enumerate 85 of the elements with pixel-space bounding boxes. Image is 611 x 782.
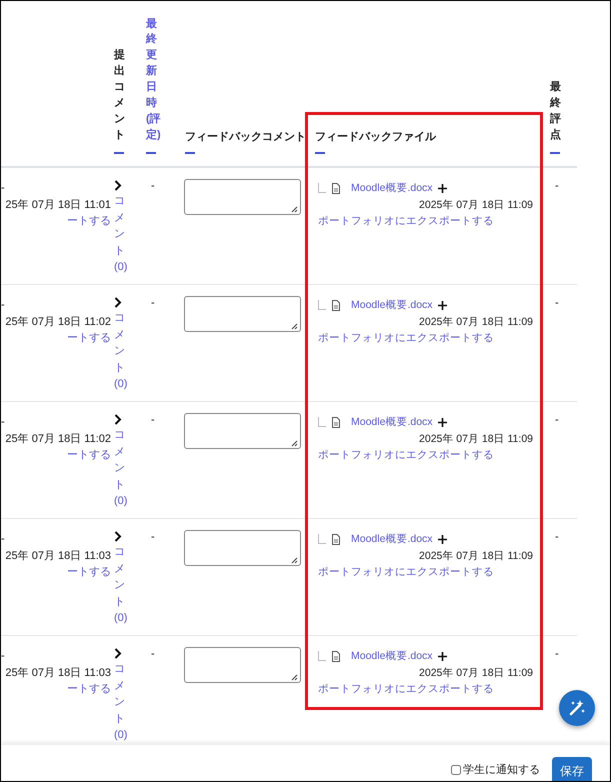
resize-grip-icon[interactable] — [291, 440, 298, 447]
file-link[interactable]: Moodle概要.docx — [351, 531, 433, 548]
resize-grip-icon[interactable] — [291, 557, 298, 564]
export-link[interactable]: ートする — [67, 564, 111, 580]
file-date: 2025年 07月 18日 11:09 — [419, 432, 533, 446]
chevron-icon[interactable] — [114, 180, 122, 191]
feedback-comment-field[interactable] — [184, 296, 301, 332]
file-icon — [331, 534, 341, 545]
tree-branch-icon — [318, 300, 326, 310]
file-link[interactable]: Moodle概要.docx — [351, 180, 433, 196]
file-date: 2025年 07月 18日 11:09 — [419, 548, 533, 564]
tree-branch-icon — [318, 417, 326, 428]
resize-grip-icon[interactable] — [291, 674, 298, 681]
magic-wand-icon — [568, 699, 586, 717]
submitted-date: 25年 07月 18日 11:02 — [5, 432, 111, 446]
file-icon — [331, 300, 341, 311]
table-cell-text: - — [151, 414, 156, 426]
submitted-date: 25年 07月 18日 11:03 — [5, 548, 111, 564]
column-header: 最終評点 — [550, 80, 562, 144]
comment-link[interactable]: コメント (0) — [114, 427, 128, 510]
tree-branch-icon — [318, 651, 326, 662]
table-cell-text: - — [555, 180, 560, 192]
plus-icon[interactable] — [438, 534, 447, 544]
chevron-icon[interactable] — [114, 531, 122, 542]
feedback-comment-field[interactable] — [184, 530, 301, 566]
file-icon — [331, 182, 341, 194]
export-link[interactable]: ートする — [67, 330, 111, 346]
resize-grip-icon[interactable] — [291, 206, 298, 213]
status-text: - — [1, 298, 5, 313]
plus-icon[interactable] — [438, 300, 447, 310]
table-cell-text: - — [151, 180, 156, 192]
file-icon — [331, 416, 341, 428]
export-link[interactable]: ートする — [67, 213, 111, 230]
feedback-comment-field[interactable] — [184, 179, 301, 215]
tree-branch-icon — [318, 183, 326, 194]
column-header: 提出コメント — [114, 48, 126, 144]
file-date: 2025年 07月 18日 11:09 — [419, 666, 533, 680]
plus-icon[interactable] — [438, 184, 447, 193]
table-cell-text: - — [555, 297, 560, 309]
status-text: - — [1, 415, 5, 430]
export-link[interactable]: ポートフォリオにエクスポートする — [318, 213, 494, 230]
checkbox-label: 学生に通知する — [463, 763, 540, 777]
submitted-date: 25年 07月 18日 11:02 — [5, 314, 111, 330]
file-link[interactable]: Moodle概要.docx — [351, 414, 433, 430]
submitted-date: 25年 07月 18日 11:03 — [5, 666, 111, 680]
comment-link[interactable]: コメント (0) — [114, 193, 128, 276]
table-cell-text: - — [555, 531, 560, 543]
resize-grip-icon[interactable] — [291, 323, 298, 330]
plus-icon[interactable] — [438, 418, 447, 427]
export-link[interactable]: ポートフォリオにエクスポートする — [318, 681, 494, 698]
table-cell-text: - — [555, 648, 560, 660]
file-icon — [331, 650, 341, 662]
export-link[interactable]: ポートフォリオにエクスポートする — [318, 330, 494, 346]
status-text: - — [1, 181, 5, 196]
comment-link[interactable]: コメント (0) — [114, 310, 128, 392]
export-link[interactable]: ポートフォリオにエクスポートする — [318, 564, 494, 580]
comment-link[interactable]: コメント (0) — [114, 661, 128, 744]
table-cell-text: - — [151, 297, 156, 309]
submitted-date: 25年 07月 18日 11:01 — [5, 198, 111, 212]
status-text: - — [1, 649, 5, 664]
status-text: - — [1, 532, 5, 547]
sort-link[interactable]: 最終更新日時(評定) — [146, 16, 162, 144]
feedback-comment-field[interactable] — [184, 647, 301, 683]
magic-wand-button[interactable] — [559, 690, 595, 726]
file-date: 2025年 07月 18日 11:09 — [419, 314, 533, 330]
column-header: フィードバックファイル — [315, 130, 436, 144]
feedback-comment-field[interactable] — [184, 413, 301, 449]
plus-icon[interactable] — [438, 652, 447, 661]
save-button[interactable]: 保存 — [552, 757, 592, 781]
file-date: 2025年 07月 18日 11:09 — [419, 198, 533, 212]
file-link[interactable]: Moodle概要.docx — [351, 648, 433, 664]
tree-branch-icon — [318, 534, 326, 544]
comment-link[interactable]: コメント (0) — [114, 544, 128, 626]
checkbox[interactable] — [451, 765, 461, 775]
export-link[interactable]: ートする — [67, 447, 111, 464]
column-header: フィードバックコメント — [185, 130, 306, 144]
export-link[interactable]: ポートフォリオにエクスポートする — [318, 447, 494, 464]
chevron-icon[interactable] — [114, 414, 122, 425]
table-cell-text: - — [151, 648, 156, 660]
table-cell-text: - — [151, 531, 156, 543]
export-link[interactable]: ートする — [67, 681, 111, 698]
chevron-icon[interactable] — [114, 648, 122, 659]
file-link[interactable]: Moodle概要.docx — [351, 297, 433, 314]
chevron-icon[interactable] — [114, 297, 122, 308]
table-cell-text: - — [555, 414, 560, 426]
